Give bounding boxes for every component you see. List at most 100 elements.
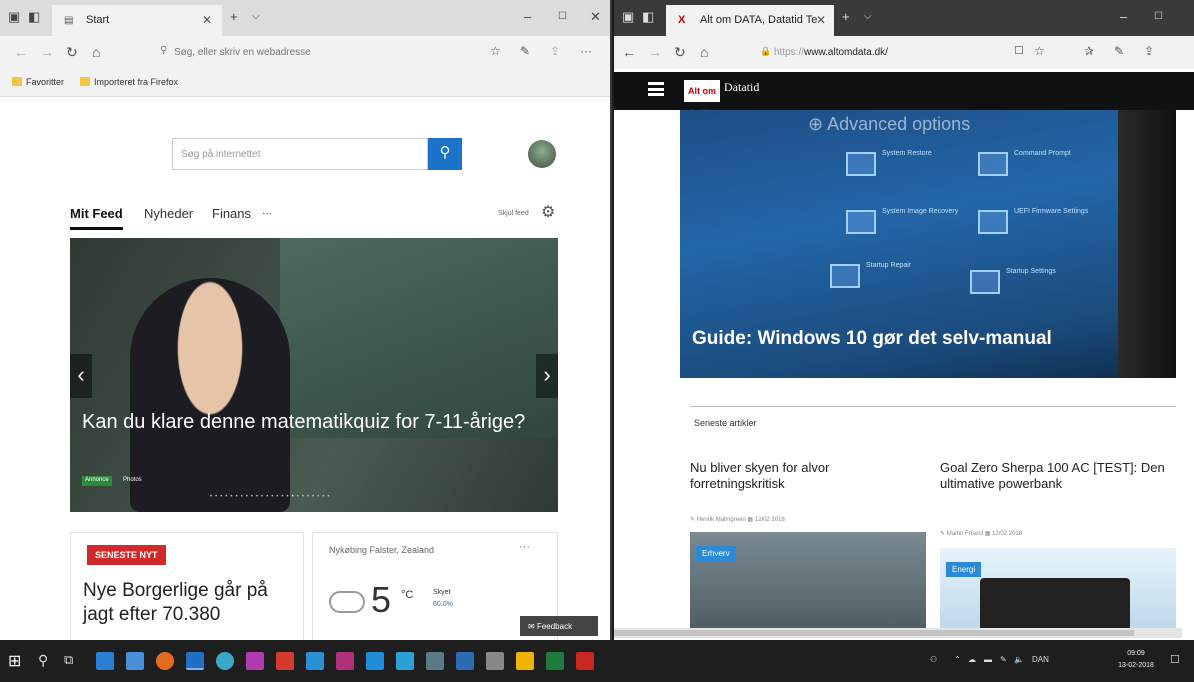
people-tray-icon[interactable]: ⚇: [930, 655, 937, 664]
settings-gear-icon[interactable]: ⚙: [541, 202, 555, 222]
feature-title[interactable]: Guide: Windows 10 gør det selv-manual: [692, 328, 1052, 350]
web-search-input[interactable]: Søg på internettet: [172, 138, 428, 170]
pen-icon[interactable]: ✎: [1114, 44, 1124, 58]
datatid-logo[interactable]: Datatid: [724, 80, 759, 95]
calculator-icon[interactable]: [486, 652, 504, 670]
outlook-icon[interactable]: [456, 652, 474, 670]
maximize-icon[interactable]: ☐: [1154, 10, 1163, 24]
feature-article[interactable]: ⊕ Advanced options System Restore Comman…: [680, 110, 1176, 378]
carousel-prev-button[interactable]: ‹: [70, 354, 92, 398]
tab-list-chevron-icon[interactable]: ⌵: [252, 10, 260, 24]
home-icon[interactable]: ⌂: [92, 44, 100, 60]
favorite-item-firefox[interactable]: Importeret fra Firefox: [80, 77, 178, 87]
minimize-icon[interactable]: –: [524, 10, 531, 24]
refresh-icon[interactable]: ↻: [674, 44, 686, 61]
tab-more[interactable]: ···: [262, 208, 272, 219]
volume-icon[interactable]: 🔈: [1014, 655, 1024, 664]
tab-preview-icon[interactable]: ▣: [622, 10, 634, 24]
horizontal-scrollbar[interactable]: [614, 628, 1182, 638]
photoshop-icon[interactable]: [306, 652, 324, 670]
clock[interactable]: 09:09 13-02-2018: [1112, 648, 1160, 672]
menu-hamburger-icon[interactable]: [648, 82, 664, 96]
close-window-icon[interactable]: ✕: [590, 10, 601, 24]
maximize-icon[interactable]: ☐: [558, 10, 567, 24]
address-input[interactable]: ⚲ Søg, eller skriv en webadresse: [154, 42, 454, 64]
input-language[interactable]: DAN: [1032, 655, 1049, 664]
pen-icon[interactable]: ✎: [520, 44, 530, 58]
favorite-star-icon[interactable]: ☆: [1034, 44, 1045, 58]
minimize-icon[interactable]: –: [1120, 10, 1127, 24]
sticky-notes-icon[interactable]: [516, 652, 534, 670]
favorites-star-icon[interactable]: ☆: [490, 44, 501, 58]
more-icon[interactable]: ···: [580, 44, 592, 58]
search-icon[interactable]: ⚲: [38, 652, 48, 669]
favorite-item-favoritter[interactable]: Favoritter: [12, 77, 64, 87]
news-headline[interactable]: Nye Borgerlige går på jagt efter 70.380: [83, 579, 293, 627]
pen-tray-icon[interactable]: ✎: [1000, 655, 1007, 664]
firefox-icon[interactable]: [156, 652, 174, 670]
show-hidden-icons-chevron-icon[interactable]: ⌃: [954, 655, 961, 664]
hero-carousel[interactable]: ‹ › Kan du klare denne matematikquiz for…: [70, 238, 558, 512]
forward-icon[interactable]: →: [648, 44, 662, 60]
customize-feed-link[interactable]: Skjul feed: [498, 210, 529, 217]
indesign-icon[interactable]: [336, 652, 354, 670]
app-icon[interactable]: [426, 652, 444, 670]
weather-location[interactable]: Nykøbing Falster, Zealand: [329, 545, 434, 555]
tab-nyheder[interactable]: Nyheder: [144, 206, 193, 221]
scrollbar-thumb[interactable]: [614, 630, 1134, 636]
set-aside-tabs-icon[interactable]: ◧: [28, 10, 40, 24]
chrome-icon[interactable]: [216, 652, 234, 670]
onedrive-icon[interactable]: ☁: [968, 655, 976, 664]
close-tab-icon[interactable]: ✕: [202, 13, 212, 27]
article-image[interactable]: Energi: [940, 548, 1176, 636]
article-title[interactable]: Goal Zero Sherpa 100 AC [TEST]: Den ulti…: [940, 460, 1165, 492]
carousel-next-button[interactable]: ›: [536, 354, 558, 398]
forward-icon[interactable]: →: [40, 44, 54, 60]
powerpoint-icon[interactable]: [276, 652, 294, 670]
start-windows-icon[interactable]: ⊞: [8, 651, 21, 671]
feedback-button[interactable]: ✉ Feedback: [520, 616, 598, 636]
refresh-icon[interactable]: ↻: [66, 44, 78, 61]
new-tab-icon[interactable]: +: [842, 10, 850, 24]
more-icon[interactable]: ···: [519, 541, 530, 553]
carousel-indicator[interactable]: ••••••••••••••••••••••••: [210, 494, 332, 500]
category-tag[interactable]: Energi: [946, 562, 982, 577]
news-card[interactable]: SENESTE NYT Nye Borgerlige går på jagt e…: [70, 532, 304, 640]
skype-icon[interactable]: [366, 652, 384, 670]
avatar[interactable]: [528, 140, 556, 168]
article-title[interactable]: Nu bliver skyen for alvor forretningskri…: [690, 460, 915, 492]
article-image[interactable]: Erhverv: [690, 532, 926, 636]
file-explorer-icon[interactable]: [126, 652, 144, 670]
tab-altomdata[interactable]: X Alt om DATA, Datatid Te ✕: [666, 5, 834, 36]
tab-finans[interactable]: Finans: [212, 206, 251, 221]
acrobat-icon[interactable]: [576, 652, 594, 670]
tab-favicon-icon: ▤: [64, 15, 74, 26]
new-tab-icon[interactable]: +: [230, 10, 238, 24]
home-icon[interactable]: ⌂: [700, 44, 708, 60]
share-icon[interactable]: ⇪: [1144, 44, 1154, 58]
category-tag[interactable]: Erhverv: [696, 546, 736, 561]
back-icon[interactable]: ←: [14, 44, 28, 60]
web-search-button[interactable]: ⚲: [428, 138, 462, 170]
skype-business-icon[interactable]: [396, 652, 414, 670]
tab-mit-feed[interactable]: Mit Feed: [70, 206, 123, 230]
hero-title[interactable]: Kan du klare denne matematikquiz for 7-1…: [82, 410, 542, 435]
share-icon[interactable]: ⇪: [550, 44, 560, 58]
favorites-hub-icon[interactable]: ✰: [1084, 44, 1094, 58]
people-icon[interactable]: [96, 652, 114, 670]
excel-icon[interactable]: [546, 652, 564, 670]
address-input[interactable]: 🔒 https://www.altomdata.dk/: [754, 42, 1014, 64]
task-view-icon[interactable]: ⧉: [64, 652, 73, 668]
onenote-icon[interactable]: [246, 652, 264, 670]
back-icon[interactable]: ←: [622, 44, 636, 60]
tab-start[interactable]: ▤ Start ✕: [52, 5, 222, 36]
altomdata-logo[interactable]: Alt om DATA: [684, 80, 720, 118]
set-aside-tabs-icon[interactable]: ◧: [642, 10, 654, 24]
tab-preview-icon[interactable]: ▣: [8, 10, 20, 24]
edge-icon[interactable]: [186, 652, 204, 670]
network-icon[interactable]: ▬: [984, 655, 992, 664]
action-center-icon[interactable]: ☐: [1170, 653, 1180, 666]
reading-view-icon[interactable]: ☐: [1014, 44, 1024, 57]
tab-list-chevron-icon[interactable]: ⌵: [864, 10, 872, 24]
close-tab-icon[interactable]: ✕: [816, 13, 826, 27]
